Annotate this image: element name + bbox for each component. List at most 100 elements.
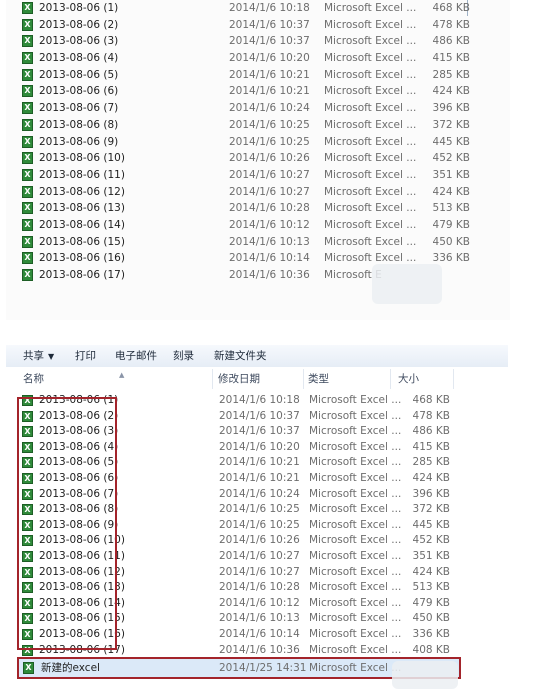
column-divider[interactable] [212, 369, 213, 389]
file-size: 424 KB [432, 85, 470, 98]
file-row[interactable]: X 2013-08-06 (10) 2014/1/6 10:26 Microsoft … [0, 150, 535, 167]
file-row[interactable]: X 2013-08-06 (15) 2014/1/6 10:13 Microsoft … [0, 234, 535, 251]
share-label: 共享 [23, 350, 44, 362]
file-size: 285 KB [412, 456, 450, 469]
file-date: 2014/1/6 10:27 [219, 565, 300, 578]
file-type: Microsoft Excel ... [324, 68, 417, 81]
file-row[interactable]: X 2013-08-06 (6) 2014/1/6 10:21 Microsoft E… [0, 83, 535, 100]
explorer-list-top: X 2013-08-06 (1) 2014/1/6 10:18 Microsoft E… [0, 0, 535, 320]
file-type: Microsoft Excel ... [324, 218, 417, 231]
file-size: 372 KB [432, 118, 470, 131]
file-date: 2014/1/6 10:28 [219, 581, 300, 594]
file-name: 2013-08-06 (4) [39, 52, 119, 65]
file-type: Microsoft Excel ... [324, 202, 417, 215]
file-type: Microsoft Excel ... [309, 534, 402, 547]
file-size: 468 KB [412, 394, 450, 406]
excel-file-icon: X [23, 662, 34, 674]
column-divider[interactable] [453, 369, 454, 389]
file-row[interactable]: X 2013-08-06 (1) 2014/1/6 10:18 Microsoft E… [0, 0, 535, 17]
file-row[interactable]: X 2013-08-06 (2) 2014/1/6 10:37 Microsoft E… [0, 17, 535, 34]
file-size: 513 KB [432, 202, 470, 215]
file-row[interactable]: X 2013-08-06 (17) 2014/1/6 10:36 Microsoft … [0, 267, 535, 284]
watermark-blur [392, 661, 458, 689]
file-size: 478 KB [432, 18, 470, 31]
file-type: Microsoft Excel ... [309, 409, 402, 422]
file-date: 2014/1/6 10:27 [229, 168, 310, 181]
file-size: 452 KB [412, 534, 450, 547]
file-type: Microsoft Excel ... [309, 503, 402, 516]
file-date: 2014/1/6 10:36 [229, 269, 310, 281]
excel-file-icon: X [22, 35, 33, 48]
file-date: 2014/1/6 10:14 [219, 627, 300, 640]
file-size: 415 KB [432, 52, 470, 65]
excel-file-icon: X [22, 135, 33, 148]
file-size: 479 KB [412, 596, 450, 609]
top-file-list: X 2013-08-06 (1) 2014/1/6 10:18 Microsoft E… [0, 0, 535, 284]
file-row[interactable]: X 2013-08-06 (9) 2014/1/6 10:25 Microsoft E… [0, 134, 535, 151]
file-row[interactable]: X 2013-08-06 (11) 2014/1/6 10:27 Microsoft … [0, 167, 535, 184]
file-type: Microsoft Excel ... [309, 440, 402, 453]
file-date: 2014/1/6 10:25 [219, 503, 300, 516]
file-type: Microsoft Excel ... [309, 518, 402, 531]
share-button[interactable]: 共享 ▼ [23, 345, 54, 368]
file-size: 396 KB [432, 102, 470, 115]
file-name: 2013-08-06 (1) [39, 2, 119, 14]
excel-file-icon: X [22, 52, 33, 65]
file-size: 450 KB [432, 235, 470, 248]
file-type: Microsoft Excel ... [324, 135, 417, 148]
file-date: 2014/1/6 10:18 [229, 2, 310, 14]
file-date: 2014/1/6 10:13 [219, 612, 300, 625]
sort-up-icon: ▲ [119, 371, 125, 379]
file-type: Microsoft Excel ... [324, 52, 417, 65]
file-size: 486 KB [412, 425, 450, 438]
file-name: 2013-08-06 (12) [39, 185, 125, 198]
column-divider[interactable] [303, 369, 304, 389]
excel-file-icon: X [22, 218, 33, 231]
column-header-type[interactable]: 类型 [308, 367, 329, 391]
file-row[interactable]: X 2013-08-06 (12) 2014/1/6 10:27 Microsoft … [0, 184, 535, 201]
watermark-blur [372, 264, 442, 304]
file-name: 2013-08-06 (7) [39, 102, 119, 115]
column-header-date[interactable]: 修改日期 [218, 367, 260, 391]
file-size: 468 KB [432, 2, 470, 14]
file-type: Microsoft Excel ... [324, 2, 417, 14]
file-type: Microsoft Excel ... [309, 643, 402, 656]
file-name: 新建的excel [41, 662, 100, 674]
excel-file-icon: X [22, 102, 33, 115]
burn-button[interactable]: 刻录 [173, 345, 194, 367]
file-name: 2013-08-06 (15) [39, 235, 125, 248]
file-row[interactable]: X 2013-08-06 (16) 2014/1/6 10:14 Microsoft … [0, 250, 535, 267]
file-row[interactable]: X 2013-08-06 (14) 2014/1/6 10:12 Microsoft … [0, 217, 535, 234]
new-folder-button[interactable]: 新建文件夹 [214, 345, 267, 367]
file-type: Microsoft Excel ... [324, 102, 417, 115]
file-date: 2014/1/6 10:21 [219, 471, 300, 484]
column-header-name[interactable]: 名称 [23, 367, 44, 391]
file-name: 2013-08-06 (6) [39, 85, 119, 98]
file-row[interactable]: X 2013-08-06 (4) 2014/1/6 10:20 Microsoft E… [0, 50, 535, 67]
column-divider[interactable] [390, 369, 391, 389]
file-date: 2014/1/6 10:36 [219, 643, 300, 656]
file-size: 479 KB [432, 218, 470, 231]
file-type: Microsoft Excel ... [309, 612, 402, 625]
file-row[interactable]: X 2013-08-06 (7) 2014/1/6 10:24 Microsoft E… [0, 100, 535, 117]
file-row[interactable]: X 2013-08-06 (13) 2014/1/6 10:28 Microsoft … [0, 200, 535, 217]
file-size: 478 KB [412, 409, 450, 422]
file-name: 2013-08-06 (2) [39, 18, 119, 31]
excel-file-icon: X [22, 152, 33, 165]
print-button[interactable]: 打印 [75, 345, 96, 367]
file-name: 2013-08-06 (9) [39, 135, 119, 148]
file-name: 2013-08-06 (16) [39, 252, 125, 265]
column-header-size[interactable]: 大小 [398, 367, 419, 391]
file-type: Microsoft Excel ... [324, 118, 417, 131]
file-date: 2014/1/6 10:12 [219, 596, 300, 609]
file-name: 2013-08-06 (13) [39, 202, 125, 215]
file-size: 424 KB [412, 565, 450, 578]
file-type: Microsoft Excel ... [309, 487, 402, 500]
excel-file-icon: X [22, 118, 33, 131]
file-type: Microsoft Excel ... [309, 596, 402, 609]
file-size: 351 KB [412, 549, 450, 562]
file-row[interactable]: X 2013-08-06 (8) 2014/1/6 10:25 Microsoft E… [0, 117, 535, 134]
file-row[interactable]: X 2013-08-06 (5) 2014/1/6 10:21 Microsoft E… [0, 67, 535, 84]
file-size: 424 KB [412, 471, 450, 484]
file-row[interactable]: X 2013-08-06 (3) 2014/1/6 10:37 Microsoft E… [0, 33, 535, 50]
